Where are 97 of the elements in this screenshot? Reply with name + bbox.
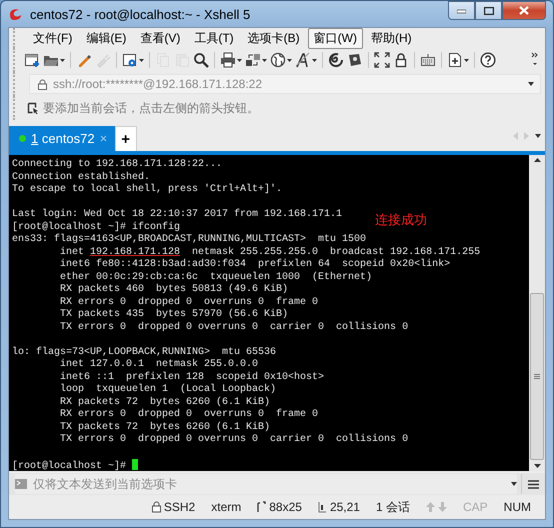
terminal-line: ens33: flags=4163<UP,BROADCAST,RUNNING,MULTICAST> mtu 1500 [12, 234, 366, 246]
status-text: xterm [211, 500, 242, 514]
menu-icon[interactable] [528, 480, 539, 488]
cursor-position-icon [318, 501, 327, 513]
window-title: centos72 - root@localhost:~ - Xshell 5 [30, 6, 252, 22]
terminal-line: TX packets 435 bytes 57970 (56.6 KiB) [59, 309, 288, 322]
compose-field[interactable]: 仅将文本发送到当前选项卡 [15, 474, 517, 494]
menu-item[interactable]: 窗口(W) [308, 28, 363, 48]
caret-icon [287, 58, 292, 62]
terminal-line: RX packets 72 bytes 6260 (6.1 KiB) [59, 396, 270, 408]
status-text: CAP [462, 500, 488, 514]
menu-item[interactable]: 查看(V) [134, 28, 186, 48]
terminal-line: loop txqueuelen 1 (Local Loopback) [59, 384, 276, 396]
menu-item[interactable]: 帮助(H) [364, 28, 418, 48]
toolbar-button[interactable] [479, 50, 497, 70]
terminal-line: lo: flags=73<UP,LOOPBACK,RUNNING> mtu 65536 [12, 346, 276, 358]
size-icon [257, 501, 266, 513]
down-arrow-icon [438, 502, 447, 512]
status-text: SSH2 [164, 500, 196, 514]
lock-icon [393, 52, 409, 68]
maximize-button[interactable] [475, 1, 502, 20]
terminal-line: inet 192.168.171.128 netmask 255.255.255.0 broadcast 192.168.171.255 [59, 246, 480, 258]
menu-item[interactable]: 编辑(E) [80, 28, 132, 48]
hint-text: 要添加当前会话，点击左侧的箭头按钮。 [43, 100, 259, 116]
status-text: NUM [504, 500, 531, 514]
new-tab-button[interactable]: + [114, 126, 137, 151]
terminal-line: Connection established. [12, 172, 150, 184]
new-session-icon [24, 52, 40, 68]
caret-icon [464, 58, 469, 62]
minimize-icon [457, 8, 466, 14]
caret-icon [237, 58, 242, 62]
terminal-line: inet6 ::1 prefixlen 128 scopeid 0x10<host> [59, 372, 324, 384]
keyboard-icon [420, 52, 436, 68]
arrow-icon [27, 102, 39, 114]
terminal-line: TX errors 0 dropped 0 overruns 0 carrier 0 collisions 0 [59, 434, 408, 446]
annotation-text: 连接成功 [375, 212, 427, 229]
fullscreen-icon [374, 52, 390, 68]
terminal-line: RX errors 0 dropped 0 overruns 0 frame 0 [59, 409, 318, 422]
terminal-line: ether 00:0c:29:cb:ca:6c txqueuelen 1000 (Ethernet) [59, 272, 372, 284]
terminal-line: Last login: Wed Oct 18 22:10:37 2017 from 192.168.171.1 [12, 209, 342, 222]
tab-title[interactable]: 1 centos72 [31, 131, 95, 146]
search-icon [193, 52, 209, 68]
scroll-down-icon [534, 464, 540, 468]
session-tab[interactable]: 1 centos72 [9, 126, 115, 151]
app-logo-icon [8, 7, 24, 21]
settings-icon [122, 52, 138, 68]
terminal-line: TX errors 0 dropped 0 overruns 0 carrier 0 collisions 0 [59, 322, 408, 334]
terminal-line: TX packets 72 bytes 6260 (6.1 KiB) [59, 422, 270, 434]
transfer-icon [245, 52, 261, 68]
status-text: 25,21 [330, 500, 360, 514]
status-text: 88x25 [269, 500, 302, 514]
pencil-icon [76, 52, 92, 68]
minimize-button[interactable] [448, 1, 475, 20]
menu-item[interactable]: 选项卡(B) [242, 28, 306, 48]
caret-icon [60, 58, 65, 62]
terminal-line: inet6 fe80::4128:b3ad:ad30:f034 prefixlen 64 scopeid 0x20<link> [59, 259, 450, 272]
globe-icon [270, 52, 286, 68]
toolbar-button[interactable] [446, 50, 470, 70]
caret-icon [139, 58, 144, 62]
terminal-icon [15, 479, 27, 489]
scrollbar[interactable] [529, 155, 545, 471]
terminal-line: inet 127.0.0.1 netmask 255.0.0.0 [59, 359, 258, 372]
scroll-up-icon [534, 158, 540, 162]
dropdown-caret-icon [528, 82, 534, 86]
status-text: 1 会话 [376, 498, 410, 516]
grip-icon [534, 374, 540, 379]
overflow-icon [531, 51, 539, 67]
toolbar-button[interactable] [373, 50, 391, 70]
caret-icon [262, 58, 267, 62]
menu-item[interactable]: 文件(F) [27, 28, 78, 48]
toolbar-button[interactable] [269, 50, 293, 70]
tab-list-caret-icon[interactable] [535, 134, 541, 138]
close-icon [519, 6, 529, 15]
terminal-line: Connecting to 192.168.171.128:22... [12, 159, 222, 172]
terminal-line: RX errors 0 dropped 0 overruns 0 frame 0 [59, 296, 318, 308]
toolbar-button[interactable] [192, 50, 210, 70]
close-button[interactable] [502, 1, 546, 20]
dropdown-caret-icon [511, 482, 517, 486]
caret-icon [312, 58, 317, 62]
lock-icon [152, 501, 161, 513]
menu-item[interactable]: 工具(T) [188, 28, 240, 48]
spiral-icon [328, 52, 344, 68]
font-icon [295, 52, 311, 68]
scroll-icon [347, 52, 363, 68]
shell-prompt: [root@localhost ~]# [12, 461, 126, 472]
toolbar-button[interactable] [219, 50, 243, 70]
help-icon [480, 52, 496, 68]
terminal-line: To escape to local shell, press 'Ctrl+Alt+]'. [12, 184, 282, 196]
restore-icon [484, 6, 494, 14]
printer-icon [220, 52, 236, 68]
toolbar-button[interactable] [327, 50, 345, 70]
compose-input[interactable]: 仅将文本发送到当前选项卡 [33, 477, 505, 491]
terminal-line: [root@localhost ~]# ifconfig [12, 222, 180, 234]
lock-icon [38, 78, 47, 90]
new-tab-icon [447, 52, 463, 68]
terminal-line: RX packets 460 bytes 50813 (49.6 KiB) [59, 284, 288, 296]
toolbar-button[interactable] [294, 50, 318, 70]
